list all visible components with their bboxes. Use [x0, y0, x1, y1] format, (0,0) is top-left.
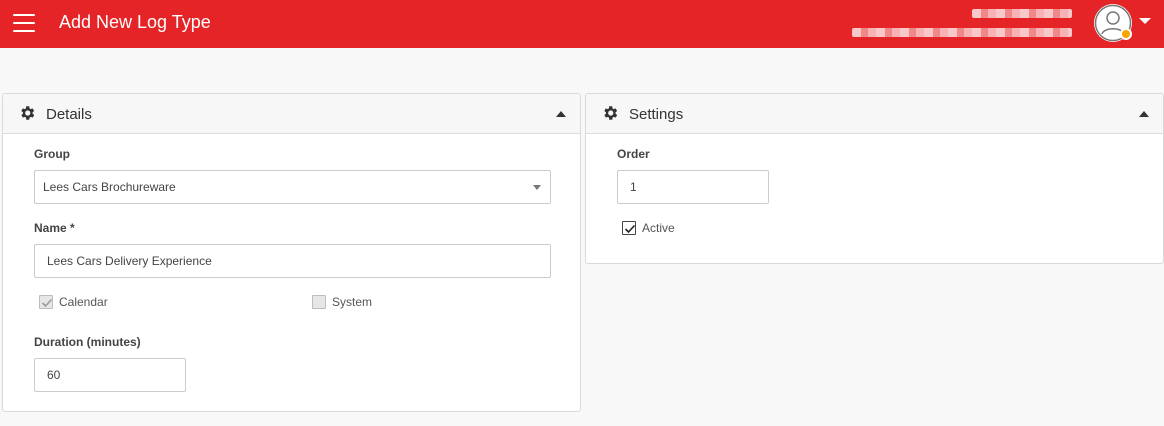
details-panel: Details Group Lees Cars Brochureware Nam… [2, 93, 581, 412]
checkmark-icon [624, 224, 636, 234]
details-panel-title: Details [46, 106, 92, 123]
name-input-value: Lees Cars Delivery Experience [47, 254, 212, 268]
order-input-value: 1 [630, 180, 637, 194]
page-title: Add New Log Type [59, 12, 211, 32]
hamburger-menu-icon[interactable] [13, 14, 35, 32]
user-menu-caret-icon[interactable] [1139, 18, 1151, 24]
active-label: Active [642, 221, 675, 235]
checkmark-icon [41, 298, 53, 308]
chevron-down-icon [533, 185, 541, 190]
redacted-user-email [852, 28, 1072, 37]
settings-panel-header: Settings [586, 94, 1163, 134]
settings-panel-title: Settings [629, 106, 684, 123]
order-input[interactable]: 1 [617, 170, 769, 204]
gear-icon [604, 106, 618, 120]
settings-panel: Settings Order 1 Active [585, 93, 1164, 264]
name-label: Name * [34, 221, 75, 235]
group-select-value: Lees Cars Brochureware [43, 180, 176, 194]
online-status-dot [1120, 28, 1132, 40]
details-panel-header: Details [3, 94, 580, 134]
gear-icon [21, 106, 35, 120]
duration-label: Duration (minutes) [34, 335, 141, 349]
redacted-user-name [972, 9, 1072, 18]
order-label: Order [617, 147, 650, 161]
active-checkbox[interactable] [622, 221, 636, 235]
duration-input-value: 60 [47, 368, 61, 382]
system-checkbox[interactable] [312, 295, 326, 309]
calendar-checkbox[interactable] [39, 295, 53, 309]
redacted-user-info [850, 7, 1074, 41]
collapse-caret-icon[interactable] [1139, 111, 1149, 117]
name-input[interactable]: Lees Cars Delivery Experience [34, 244, 551, 278]
calendar-label: Calendar [59, 295, 108, 309]
collapse-caret-icon[interactable] [556, 111, 566, 117]
group-select[interactable]: Lees Cars Brochureware [34, 170, 551, 204]
group-label: Group [34, 147, 70, 161]
duration-input[interactable]: 60 [34, 358, 186, 392]
system-label: System [332, 295, 373, 309]
